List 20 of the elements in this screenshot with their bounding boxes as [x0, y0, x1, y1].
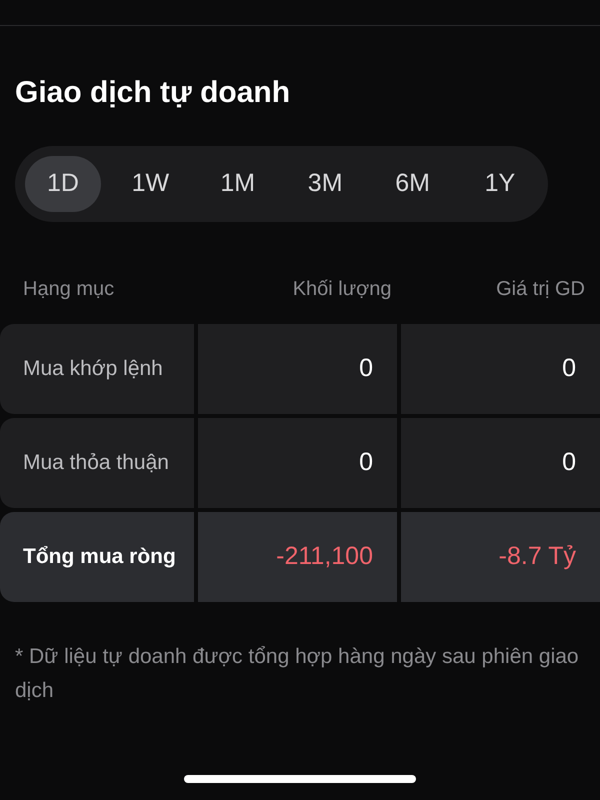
column-header: Giá trị GD	[496, 277, 585, 302]
value-cell: -8.7 Tỷ	[401, 512, 600, 602]
section-title: Giao dịch tự doanh	[15, 78, 290, 108]
period-tab[interactable]: 1W	[112, 156, 188, 212]
value-cell: 0	[198, 324, 397, 414]
row-label-cell: Tổng mua ròng	[0, 512, 194, 602]
period-tab[interactable]: 6M	[374, 156, 451, 212]
value-cell: 0	[401, 418, 600, 508]
value-cell: -211,100	[198, 512, 397, 602]
period-tab[interactable]: 1M	[200, 156, 276, 212]
column-header: Khối lượng	[292, 277, 392, 302]
value-cell: 0	[198, 418, 397, 508]
column-header: Hạng mục	[23, 278, 114, 300]
period-tab[interactable]: 1Y	[462, 156, 538, 212]
row-label-cell: Mua khớp lệnh	[0, 324, 194, 414]
value-cell: 0	[401, 324, 600, 414]
row-label-cell: Mua thỏa thuận	[0, 418, 194, 508]
footnote: * Dữ liệu tự doanh được tổng hợp hàng ngày sau phiên giao dịch	[15, 644, 580, 704]
period-tab[interactable]: 1D	[25, 156, 101, 212]
period-tab[interactable]: 3M	[287, 156, 364, 212]
